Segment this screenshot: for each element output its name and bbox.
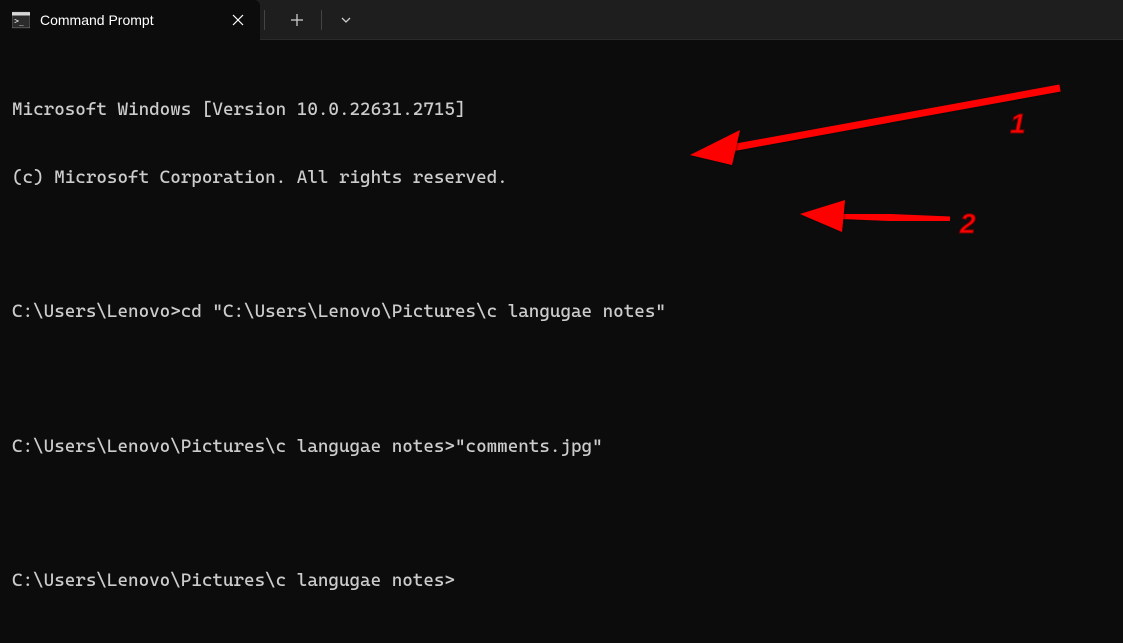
tab-dropdown-button[interactable]: [326, 0, 366, 40]
annotation-label-1: 1: [1010, 108, 1026, 140]
terminal-line: C:\Users\Lenovo>cd "C:\Users\Lenovo\Pict…: [12, 301, 1111, 324]
divider: [321, 10, 322, 30]
terminal-line: (c) Microsoft Corporation. All rights re…: [12, 167, 1111, 190]
tab-command-prompt[interactable]: >_ Command Prompt: [0, 0, 260, 40]
svg-text:>_: >_: [14, 16, 24, 25]
terminal-line: Microsoft Windows [Version 10.0.22631.27…: [12, 99, 1111, 122]
terminal-line: [12, 503, 1111, 525]
terminal-line: C:\Users\Lenovo\Pictures\c langugae note…: [12, 570, 1111, 593]
close-tab-button[interactable]: [228, 10, 248, 30]
new-tab-button[interactable]: [277, 0, 317, 40]
terminal-line: [12, 369, 1111, 391]
terminal-icon: >_: [12, 11, 30, 29]
terminal-content[interactable]: Microsoft Windows [Version 10.0.22631.27…: [0, 40, 1123, 629]
terminal-line: [12, 234, 1111, 256]
tab-title: Command Prompt: [40, 12, 218, 28]
terminal-line: C:\Users\Lenovo\Pictures\c langugae note…: [12, 436, 1111, 459]
annotation-label-2: 2: [960, 208, 976, 240]
tab-divider: [264, 10, 265, 30]
titlebar: >_ Command Prompt: [0, 0, 1123, 40]
